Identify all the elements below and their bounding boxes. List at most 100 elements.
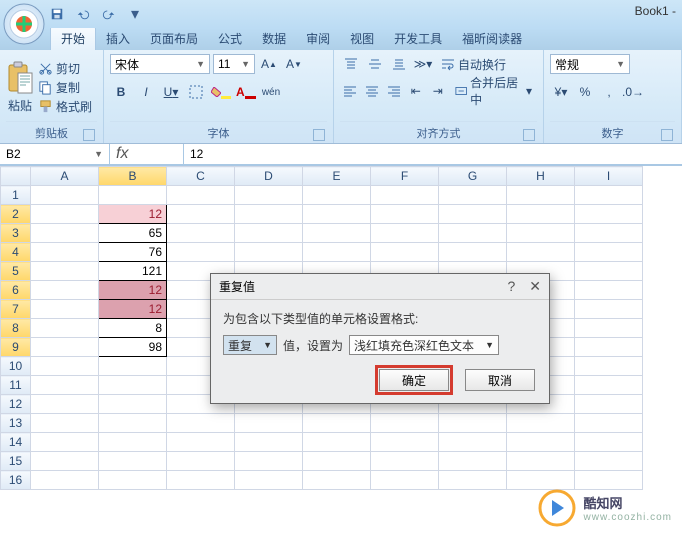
row-header[interactable]: 9 bbox=[1, 338, 31, 357]
row-header[interactable]: 10 bbox=[1, 357, 31, 376]
cell[interactable]: 121 bbox=[99, 262, 167, 281]
number-format-combo[interactable]: 常规▼ bbox=[550, 54, 630, 74]
cell[interactable] bbox=[31, 300, 99, 319]
cell[interactable] bbox=[371, 186, 439, 205]
cell[interactable]: 98 bbox=[99, 338, 167, 357]
cancel-button[interactable]: 取消 bbox=[465, 369, 535, 391]
shrink-font-icon[interactable]: A▼ bbox=[283, 54, 305, 74]
cell[interactable] bbox=[575, 281, 643, 300]
cell[interactable] bbox=[575, 224, 643, 243]
cell[interactable] bbox=[575, 471, 643, 490]
cell[interactable] bbox=[507, 433, 575, 452]
cell[interactable] bbox=[439, 452, 507, 471]
percent-icon[interactable]: % bbox=[574, 82, 596, 102]
ok-button[interactable]: 确定 bbox=[379, 369, 449, 391]
cell[interactable] bbox=[371, 224, 439, 243]
cell[interactable]: 12 bbox=[99, 300, 167, 319]
cell[interactable] bbox=[235, 414, 303, 433]
cell[interactable] bbox=[31, 376, 99, 395]
font-color-button[interactable]: A bbox=[235, 82, 257, 102]
tab-formulas[interactable]: 公式 bbox=[208, 27, 252, 50]
cell[interactable] bbox=[99, 357, 167, 376]
col-header[interactable]: A bbox=[31, 167, 99, 186]
cell[interactable]: 12 bbox=[99, 205, 167, 224]
cell[interactable] bbox=[303, 414, 371, 433]
cell[interactable] bbox=[439, 186, 507, 205]
cell[interactable] bbox=[31, 357, 99, 376]
qat-customize-icon[interactable]: ▾ bbox=[124, 4, 146, 24]
row-header[interactable]: 2 bbox=[1, 205, 31, 224]
orientation-icon[interactable]: ≫▾ bbox=[412, 54, 434, 74]
cell[interactable] bbox=[31, 186, 99, 205]
cell[interactable] bbox=[303, 186, 371, 205]
cell[interactable] bbox=[303, 243, 371, 262]
cell[interactable] bbox=[235, 224, 303, 243]
cell[interactable] bbox=[507, 186, 575, 205]
cell[interactable] bbox=[167, 414, 235, 433]
cell[interactable] bbox=[99, 414, 167, 433]
cell[interactable]: 65 bbox=[99, 224, 167, 243]
font-name-combo[interactable]: 宋体▼ bbox=[110, 54, 210, 74]
col-header[interactable]: E bbox=[303, 167, 371, 186]
row-header[interactable]: 14 bbox=[1, 433, 31, 452]
grow-font-icon[interactable]: A▲ bbox=[258, 54, 280, 74]
tab-view[interactable]: 视图 bbox=[340, 27, 384, 50]
cell[interactable] bbox=[371, 205, 439, 224]
office-button[interactable] bbox=[2, 2, 46, 46]
cell[interactable] bbox=[303, 452, 371, 471]
cell[interactable] bbox=[439, 224, 507, 243]
dialog-type-select[interactable]: 重复▼ bbox=[223, 335, 277, 355]
row-header[interactable]: 7 bbox=[1, 300, 31, 319]
dialog-close-icon[interactable]: ✕ bbox=[529, 278, 541, 295]
tab-layout[interactable]: 页面布局 bbox=[140, 27, 208, 50]
underline-button[interactable]: U▾ bbox=[160, 82, 182, 102]
cell[interactable] bbox=[167, 452, 235, 471]
cell[interactable] bbox=[507, 471, 575, 490]
cell[interactable] bbox=[235, 205, 303, 224]
cell[interactable]: 8 bbox=[99, 319, 167, 338]
cell[interactable] bbox=[575, 395, 643, 414]
qat-save-icon[interactable] bbox=[46, 4, 68, 24]
row-header[interactable]: 11 bbox=[1, 376, 31, 395]
indent-inc-icon[interactable]: ⇥ bbox=[428, 81, 448, 101]
cell[interactable] bbox=[31, 414, 99, 433]
col-header[interactable]: B bbox=[99, 167, 167, 186]
cell[interactable] bbox=[303, 471, 371, 490]
cut-button[interactable]: 剪切 bbox=[38, 60, 92, 77]
cell[interactable] bbox=[31, 224, 99, 243]
cell[interactable] bbox=[439, 243, 507, 262]
comma-icon[interactable]: , bbox=[598, 82, 620, 102]
cell[interactable] bbox=[99, 433, 167, 452]
row-header[interactable]: 13 bbox=[1, 414, 31, 433]
cell[interactable] bbox=[167, 433, 235, 452]
cell[interactable] bbox=[99, 376, 167, 395]
bold-button[interactable]: B bbox=[110, 82, 132, 102]
cell[interactable] bbox=[575, 319, 643, 338]
qat-redo-icon[interactable] bbox=[98, 4, 120, 24]
align-right-icon[interactable] bbox=[384, 81, 404, 101]
cell[interactable] bbox=[575, 452, 643, 471]
clipboard-launcher-icon[interactable] bbox=[83, 129, 95, 141]
cell[interactable] bbox=[575, 338, 643, 357]
copy-button[interactable]: 复制 bbox=[38, 79, 92, 96]
cell[interactable] bbox=[235, 452, 303, 471]
cell[interactable] bbox=[371, 471, 439, 490]
fx-icon[interactable]: fx bbox=[116, 145, 128, 163]
col-header[interactable]: I bbox=[575, 167, 643, 186]
cell[interactable] bbox=[167, 186, 235, 205]
cell[interactable] bbox=[303, 433, 371, 452]
cell[interactable] bbox=[235, 186, 303, 205]
cell[interactable] bbox=[167, 224, 235, 243]
cell[interactable] bbox=[575, 433, 643, 452]
row-header[interactable]: 15 bbox=[1, 452, 31, 471]
cell[interactable] bbox=[507, 224, 575, 243]
cell[interactable] bbox=[167, 471, 235, 490]
cell[interactable] bbox=[507, 414, 575, 433]
col-header[interactable]: H bbox=[507, 167, 575, 186]
cell[interactable] bbox=[167, 205, 235, 224]
cell[interactable] bbox=[31, 395, 99, 414]
cell[interactable] bbox=[31, 471, 99, 490]
row-header[interactable]: 1 bbox=[1, 186, 31, 205]
cell[interactable] bbox=[235, 471, 303, 490]
cell[interactable] bbox=[439, 433, 507, 452]
